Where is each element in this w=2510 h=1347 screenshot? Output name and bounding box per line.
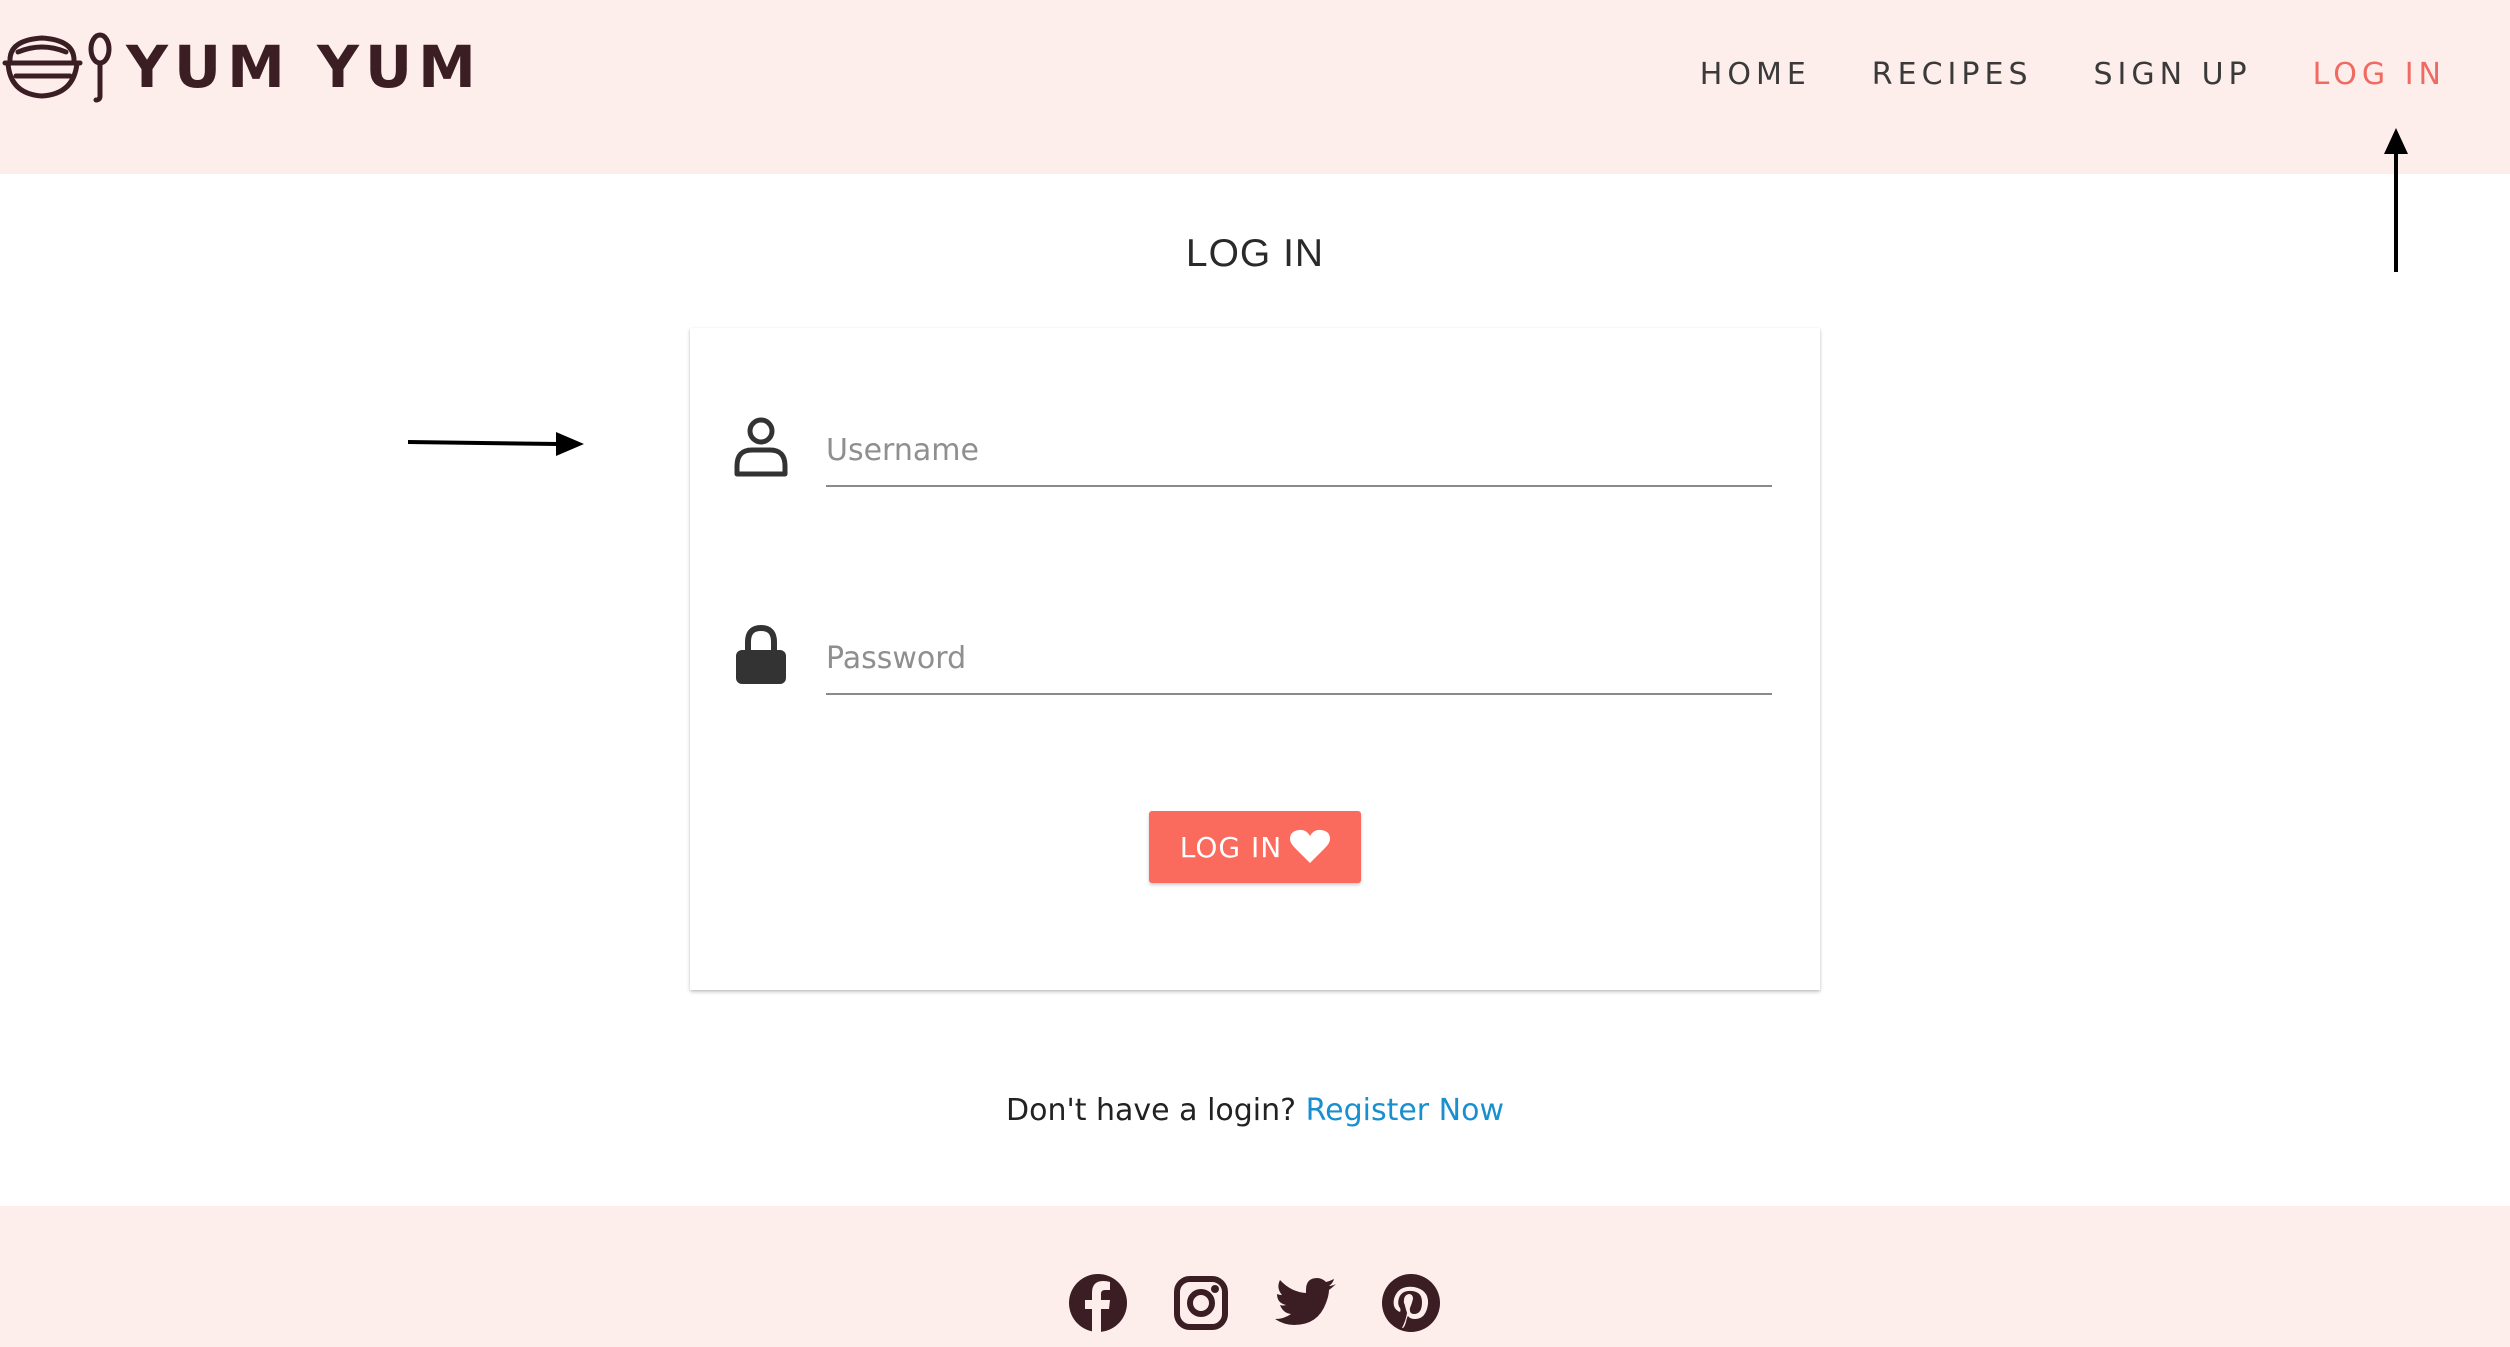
register-prompt-text: Don't have a login? <box>1005 1093 1297 1128</box>
register-now-link[interactable]: Register Now <box>1306 1093 1504 1128</box>
nav-recipes[interactable]: RECIPES <box>1872 57 2033 92</box>
brand-logo[interactable]: YUM YUM <box>0 30 482 104</box>
twitter-icon[interactable] <box>1275 1277 1337 1329</box>
user-icon <box>732 416 790 482</box>
bowl-spoon-icon <box>2 32 112 103</box>
annotation-arrow-right <box>407 432 584 456</box>
nav-home[interactable]: HOME <box>1700 57 1811 92</box>
nav-log-in[interactable]: LOG IN <box>2313 57 2446 92</box>
social-links <box>1068 1273 1441 1333</box>
login-button[interactable]: LOG IN <box>1149 811 1361 883</box>
facebook-icon[interactable] <box>1068 1273 1128 1333</box>
lock-icon <box>732 624 790 690</box>
instagram-icon[interactable] <box>1173 1275 1229 1331</box>
password-field-wrapper <box>826 623 1772 697</box>
username-input[interactable] <box>826 415 1772 487</box>
username-field-wrapper <box>826 415 1772 489</box>
login-button-label: LOG IN <box>1179 830 1283 864</box>
page-title: LOG IN <box>1185 232 1325 275</box>
pinterest-icon[interactable] <box>1381 1273 1441 1333</box>
register-prompt: Don't have a login? Register Now <box>0 1093 2510 1128</box>
nav-sign-up[interactable]: SIGN UP <box>2093 57 2251 92</box>
password-input[interactable] <box>826 623 1772 695</box>
brand-name: YUM YUM <box>126 33 482 101</box>
login-card: LOG IN <box>690 328 1820 990</box>
site-header: YUM YUM HOME RECIPES SIGN UP LOG IN <box>0 0 2510 174</box>
heart-icon <box>1290 829 1331 863</box>
